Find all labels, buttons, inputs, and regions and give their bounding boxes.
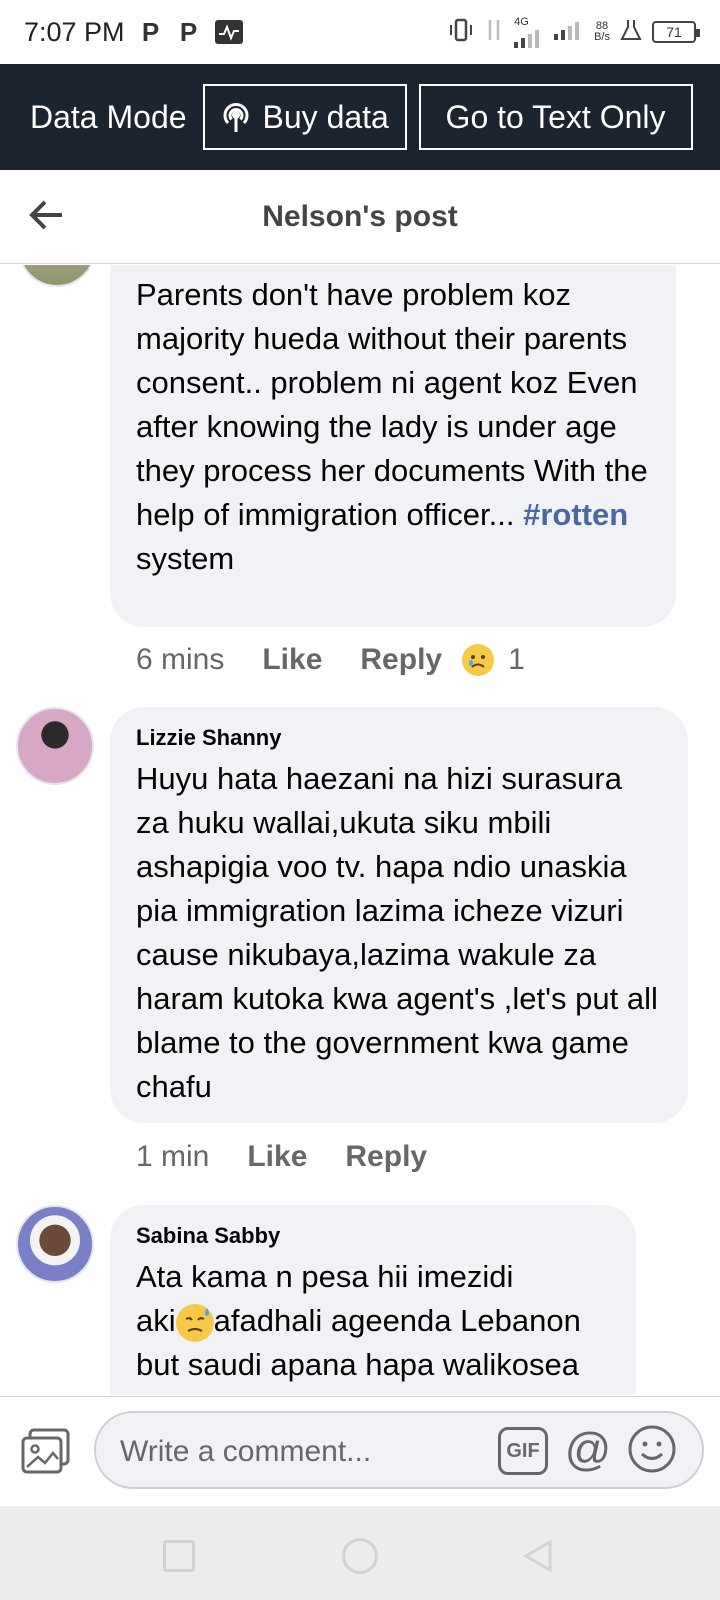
recent-apps-icon[interactable]	[163, 1540, 195, 1572]
comment-bubble: Lizzie Shanny Huyu hata haezani na hizi …	[110, 707, 688, 1123]
comment-text-part: aki	[136, 1303, 176, 1338]
buy-data-button[interactable]: Buy data	[202, 84, 407, 150]
comment-text-line: Ata kama n pesa hii imezidi	[136, 1259, 514, 1294]
comment-author[interactable]: Lizzie Shanny	[136, 725, 662, 751]
status-right-group: 4G 88 B/s 71	[448, 15, 700, 49]
comment-time: 1 min	[136, 1140, 210, 1173]
comment-actions: 1 min Like Reply	[136, 1140, 465, 1174]
network-type: 4G	[514, 15, 529, 28]
signal-icon: 4G	[514, 15, 544, 48]
battery-icon: 71	[652, 21, 700, 43]
compose-bar: Write a comment... GIF @	[0, 1396, 720, 1506]
post-header: Nelson's post	[0, 170, 720, 264]
comment-bubble: Sabina Sabby Ata kama n pesa hii imezidi…	[110, 1205, 636, 1395]
vibrate-icon	[448, 17, 474, 48]
gif-icon[interactable]: GIF	[498, 1427, 548, 1475]
reply-button[interactable]: Reply	[345, 1140, 427, 1174]
status-time: 7:07 PM	[24, 16, 125, 47]
data-mode-bar: Data Mode Buy data Go to Text Only	[0, 64, 720, 170]
back-arrow-icon[interactable]	[28, 198, 66, 232]
reaction-count: 1	[508, 643, 525, 676]
buy-data-label: Buy data	[262, 98, 389, 135]
sad-reaction-icon[interactable]	[462, 644, 495, 676]
flask-icon	[620, 18, 642, 47]
activity-notification-icon	[214, 20, 243, 44]
broadcast-icon	[219, 100, 253, 134]
net-speed-unit: B/s	[594, 31, 610, 43]
comment-text: Ata kama n pesa hii imezidi aki afadhali…	[136, 1255, 610, 1387]
parking-notification-icon-2: P	[179, 16, 198, 47]
comment-text-body: Parents don't have problem koz majority …	[136, 277, 648, 532]
like-button[interactable]: Like	[262, 643, 322, 677]
data-arrows-icon	[484, 16, 504, 49]
comment-text-line: but saudi apana hapa walikosea	[136, 1347, 579, 1382]
text-only-button[interactable]: Go to Text Only	[418, 84, 693, 150]
emoji-icon[interactable]	[626, 1423, 678, 1475]
text-only-label: Go to Text Only	[445, 98, 666, 135]
comment-text-line: aki afadhali ageenda Lebanon	[136, 1299, 610, 1343]
comment-text-end: system	[136, 541, 235, 576]
comment-text: Parents don't have problem koz majority …	[136, 273, 650, 581]
comment-text-part: afadhali ageenda Lebanon	[213, 1303, 581, 1338]
avatar[interactable]	[18, 265, 96, 287]
comment-author[interactable]: Sabina Sabby	[136, 1223, 610, 1249]
avatar[interactable]	[16, 707, 94, 785]
signal-icon-2	[554, 20, 584, 45]
photo-icon[interactable]	[20, 1427, 72, 1475]
comment-actions: 6 mins Like Reply 1	[136, 643, 525, 677]
comment-text: Huyu hata haezani na hizi surasura za hu…	[136, 761, 658, 1104]
parking-notification-icon: P	[141, 16, 160, 47]
avatar[interactable]	[16, 1205, 94, 1283]
like-button[interactable]: Like	[247, 1140, 307, 1174]
mention-icon[interactable]: @	[562, 1423, 614, 1475]
reply-button[interactable]: Reply	[360, 643, 442, 677]
comment-input-placeholder: Write a comment...	[120, 1435, 372, 1468]
status-bar: 7:07 PM P P 4G 88 B/s 71	[0, 0, 720, 64]
comment-input[interactable]: Write a comment... GIF @	[94, 1411, 704, 1489]
net-speed: 88 B/s	[594, 21, 610, 43]
comment-bubble: Parents don't have problem koz majority …	[110, 265, 676, 627]
nav-back-icon[interactable]	[520, 1538, 556, 1574]
system-nav-bar	[0, 1506, 720, 1600]
sweat-face-icon	[175, 1303, 214, 1342]
page-title: Nelson's post	[262, 199, 458, 233]
home-icon[interactable]	[342, 1538, 378, 1574]
comment-list: Parents don't have problem koz majority …	[0, 265, 720, 1395]
comment-time: 6 mins	[136, 643, 225, 676]
hashtag-link[interactable]: #rotten	[523, 497, 628, 532]
data-mode-label: Data Mode	[30, 98, 187, 135]
